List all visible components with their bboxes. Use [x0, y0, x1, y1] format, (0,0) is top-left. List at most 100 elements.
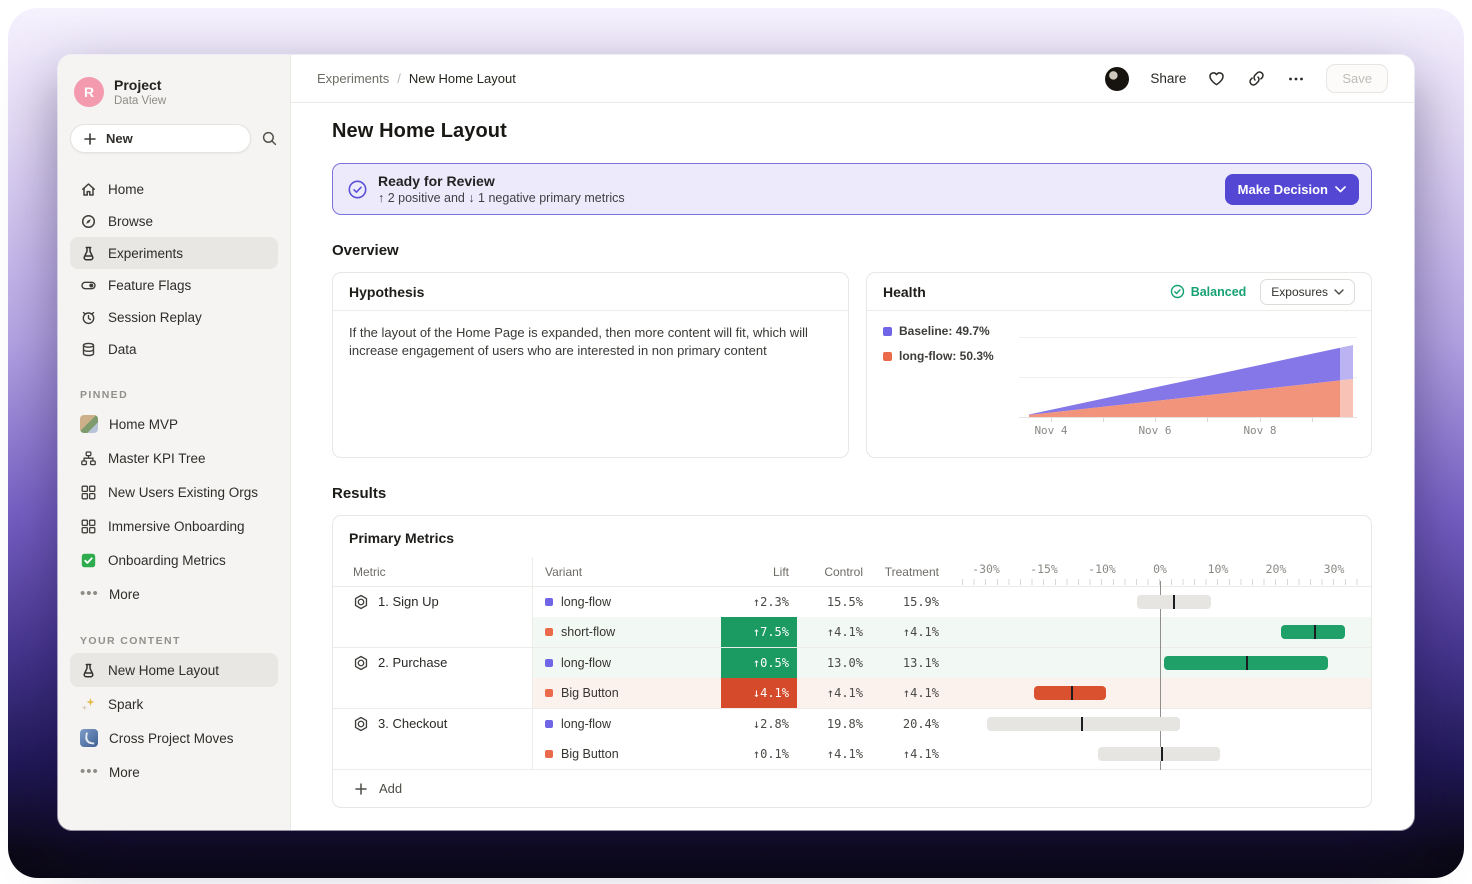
area-series	[1019, 341, 1357, 417]
ci-chart-cell	[953, 587, 1369, 617]
replay-icon	[80, 309, 97, 326]
breadcrumb-separator: /	[397, 71, 401, 86]
banner-subtitle: ↑ 2 positive and ↓ 1 negative primary me…	[378, 191, 625, 205]
pinned-item-new-users-existing-orgs[interactable]: New Users Existing Orgs	[70, 475, 278, 509]
sidebar-item-browse[interactable]: Browse	[70, 205, 278, 237]
app-window: R Project Data View New Home Browse	[58, 55, 1414, 830]
primary-metrics-title: Primary Metrics	[333, 516, 1371, 557]
your-content-more-button[interactable]: ••• More	[70, 755, 278, 789]
column-header-variant: Variant	[533, 557, 721, 586]
sidebar: R Project Data View New Home Browse	[58, 55, 291, 830]
pinned-item-immersive-onboarding[interactable]: Immersive Onboarding	[70, 509, 278, 543]
hypothesis-body: If the layout of the Home Page is expand…	[333, 311, 828, 373]
sidebar-item-home[interactable]: Home	[70, 173, 278, 205]
column-header-control: Control	[797, 557, 865, 586]
variant-color-dot	[545, 628, 553, 636]
plus-icon	[83, 132, 97, 146]
check-circle-icon	[1170, 284, 1185, 299]
table-row[interactable]: long-flow ↑2.3% 15.5% 15.9%	[533, 587, 1371, 617]
variant-name: Big Button	[561, 686, 619, 700]
database-icon	[80, 341, 97, 358]
your-content-item-spark[interactable]: Spark	[70, 687, 278, 721]
health-card: Health Balanced Exposures	[866, 272, 1372, 458]
metric-target-icon	[353, 655, 369, 671]
photo-thumbnail	[80, 415, 98, 433]
your-content-item-cross-project-moves[interactable]: Cross Project Moves	[70, 721, 278, 755]
breadcrumb-current: New Home Layout	[409, 71, 516, 86]
save-button[interactable]: Save	[1326, 64, 1388, 93]
exposures-area-chart: Nov 4 Nov 6 Nov 8	[1019, 313, 1357, 453]
axis-tick-label: -30%	[972, 562, 1000, 576]
project-subtitle: Data View	[114, 95, 166, 107]
copy-link-icon[interactable]	[1247, 69, 1266, 88]
table-row[interactable]: long-flow ↓2.8% 19.8% 20.4%	[533, 709, 1371, 739]
more-options-icon[interactable]	[1287, 70, 1305, 88]
user-avatar[interactable]	[1105, 67, 1129, 91]
table-row[interactable]: short-flow ↑7.5% ↑4.1% ↑4.1%	[533, 617, 1371, 647]
favorite-heart-icon[interactable]	[1207, 69, 1226, 88]
legend-label: long-flow: 50.3%	[899, 349, 994, 363]
table-row[interactable]: Big Button ↓4.1% ↑4.1% ↑4.1%	[533, 678, 1371, 708]
sidebar-item-label: Feature Flags	[108, 278, 191, 293]
pinned-item-label: Master KPI Tree	[108, 451, 206, 466]
axis-tick-label: 30%	[1324, 562, 1345, 576]
treatment-value: 20.4%	[865, 709, 941, 739]
share-button[interactable]: Share	[1150, 71, 1186, 86]
ci-chart-cell	[953, 617, 1369, 647]
ci-point-tick	[1161, 747, 1163, 761]
home-icon	[80, 181, 97, 198]
table-row[interactable]: long-flow ↑0.5% 13.0% 13.1%	[533, 648, 1371, 678]
blue-thumbnail	[80, 729, 98, 747]
new-button-label: New	[106, 131, 133, 146]
toggle-icon	[80, 277, 97, 294]
ci-chart-cell	[953, 678, 1369, 708]
sparkle-icon	[80, 696, 97, 713]
search-icon[interactable]	[261, 130, 278, 147]
ci-point-tick	[1173, 595, 1175, 609]
ci-bar	[1098, 747, 1220, 761]
ellipsis-icon: •••	[80, 589, 98, 599]
pinned-more-button[interactable]: ••• More	[70, 577, 278, 611]
pinned-item-label: Home MVP	[109, 417, 178, 432]
axis-minor-ticks	[962, 579, 1364, 585]
make-decision-label: Make Decision	[1238, 182, 1328, 197]
new-button[interactable]: New	[70, 124, 251, 153]
sidebar-item-data[interactable]: Data	[70, 333, 278, 365]
make-decision-button[interactable]: Make Decision	[1225, 174, 1359, 205]
axis-tick-label: -10%	[1088, 562, 1116, 576]
treatment-value: ↑4.1%	[865, 617, 941, 647]
grid-icon	[80, 518, 97, 535]
variant-color-dot	[545, 598, 553, 606]
metric-cell[interactable]: 3. Checkout	[333, 709, 533, 769]
sidebar-item-experiments[interactable]: Experiments	[70, 237, 278, 269]
health-title: Health	[883, 284, 926, 300]
metric-group-purchase: 2. Purchase long-flow ↑0.5% 13.0% 13.1%	[333, 648, 1371, 709]
variant-color-dot	[545, 689, 553, 697]
main-panel: Experiments / New Home Layout Share Save…	[291, 55, 1414, 830]
exposures-dropdown-label: Exposures	[1271, 285, 1328, 299]
pinned-item-master-kpi-tree[interactable]: Master KPI Tree	[70, 441, 278, 475]
legend-swatch	[883, 352, 892, 361]
pinned-item-onboarding-metrics[interactable]: Onboarding Metrics	[70, 543, 278, 577]
control-value: ↑4.1%	[797, 739, 865, 769]
flask-icon	[80, 662, 97, 679]
your-content-item-label: Spark	[108, 697, 143, 712]
org-tree-icon	[80, 450, 97, 467]
pinned-item-home-mvp[interactable]: Home MVP	[70, 407, 278, 441]
sidebar-item-session-replay[interactable]: Session Replay	[70, 301, 278, 333]
lift-value: ↑7.5%	[721, 617, 797, 647]
add-metric-button[interactable]: Add	[333, 770, 1371, 807]
sidebar-item-feature-flags[interactable]: Feature Flags	[70, 269, 278, 301]
breadcrumb-experiments[interactable]: Experiments	[317, 71, 389, 86]
your-content-item-new-home-layout[interactable]: New Home Layout	[70, 653, 278, 687]
ci-bar	[1281, 625, 1345, 639]
project-switcher[interactable]: R Project Data View	[58, 55, 290, 107]
metric-group-checkout: 3. Checkout long-flow ↓2.8% 19.8% 20.4%	[333, 709, 1371, 770]
exposures-dropdown[interactable]: Exposures	[1260, 279, 1355, 305]
results-heading: Results	[332, 485, 1372, 502]
sidebar-item-label: Experiments	[108, 246, 183, 261]
metric-cell[interactable]: 2. Purchase	[333, 648, 533, 708]
table-row[interactable]: Big Button ↑0.1% ↑4.1% ↑4.1%	[533, 739, 1371, 769]
metric-cell[interactable]: 1. Sign Up	[333, 587, 533, 647]
your-content-section-label: YOUR CONTENT	[68, 635, 280, 647]
